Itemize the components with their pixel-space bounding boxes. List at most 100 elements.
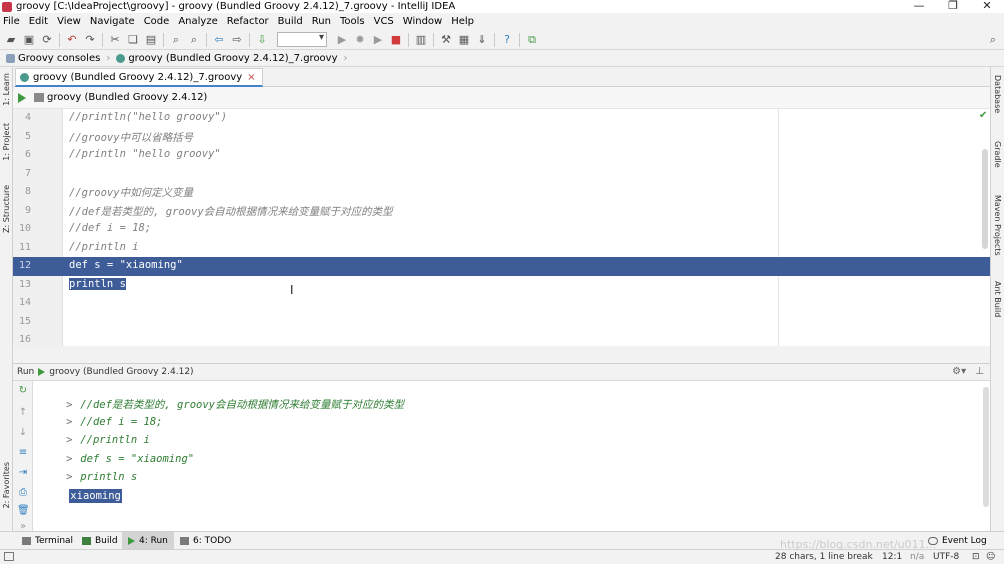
title-bar: groovy [C:\IdeaProject\groovy] - groovy … [0,0,1004,13]
menu-code[interactable]: Code [144,16,170,27]
tab-build[interactable]: Build [76,532,124,550]
event-log-button[interactable]: Event Log [928,532,987,550]
debug-icon[interactable]: ✹ [351,32,369,48]
tool-ant-build[interactable]: Ant Build [993,281,1002,317]
scroll-down-icon[interactable]: ↓ [17,427,29,439]
menu-tools[interactable]: Tools [340,16,365,27]
save-all-icon[interactable]: ▣ [20,32,38,48]
lock-icon[interactable]: ⊡ [972,552,980,562]
minimize-button[interactable]: — [902,0,936,13]
vcs-icon[interactable]: ▥ [412,32,430,48]
hide-panel-icon[interactable]: ⊥ [975,366,984,377]
close-tab-icon[interactable]: × [247,72,255,83]
menu-edit[interactable]: Edit [29,16,48,27]
synchronize-icon[interactable]: ⟳ [38,32,56,48]
console-scrollbar[interactable] [983,387,989,507]
inspector-icon[interactable]: ☺ [986,552,995,562]
sdk-download-icon[interactable]: ⇓ [473,32,491,48]
breadcrumb-groovy-consoles[interactable]: Groovy consoles › [6,53,110,64]
run-panel-config[interactable]: groovy (Bundled Groovy 2.4.12) [49,367,193,377]
copy-icon[interactable]: ❏ [124,32,142,48]
tool-gradle[interactable]: Gradle [993,141,1002,168]
toolbar-separator [102,32,103,47]
code-text: //def是若类型的, groovy会自动根据情况来给变量赋于对应的类型 [69,205,393,218]
print-icon[interactable]: ⎙ [17,487,29,499]
console-line: >//println i [33,422,150,446]
watermark-url: https://blog.csdn.net/u011... [780,538,937,551]
scroll-up-icon[interactable]: ↑ [17,407,29,419]
restore-button[interactable]: ❐ [936,0,970,13]
line-number: 16 [18,334,31,345]
project-structure-icon[interactable]: ▦ [455,32,473,48]
run-configuration-select[interactable] [277,32,327,47]
search-everywhere-icon[interactable]: ⌕ [984,32,1002,48]
tool-favorites[interactable]: 2: Favorites [2,462,11,508]
paste-icon[interactable]: ▤ [142,32,160,48]
clear-all-icon[interactable]: 🗑 [17,505,30,517]
intellij-app-icon [2,1,12,12]
close-window-button[interactable]: ✕ [970,0,1004,13]
line-number: 11 [18,241,31,253]
toggle-tool-windows-icon[interactable] [4,552,14,561]
breadcrumb: Groovy consoles › groovy (Bundled Groovy… [0,50,1004,67]
menu-help[interactable]: Help [451,16,474,27]
tool-structure[interactable]: Z: Structure [2,185,11,233]
menu-build[interactable]: Build [278,16,303,27]
line-number: 14 [18,297,31,308]
cut-icon[interactable]: ✂ [106,32,124,48]
tab-run[interactable]: 4: Run [122,532,174,550]
status-caret-position[interactable]: 12:1 [882,552,902,562]
run-icon[interactable]: ▶ [333,32,351,48]
back-icon[interactable]: ⇦ [210,32,228,48]
build-project-icon[interactable]: ⇩ [253,32,271,48]
tool-learn[interactable]: 1: Learn [2,73,11,106]
menu-navigate[interactable]: Navigate [90,16,135,27]
find-icon[interactable]: ⌕ [167,32,185,48]
tool-database[interactable]: Database [993,75,1002,113]
redo-icon[interactable]: ↷ [81,32,99,48]
tool-project[interactable]: 1: Project [2,123,11,161]
open-folder-icon[interactable]: ▰ [2,32,20,48]
tab-todo[interactable]: 6: TODO [174,532,237,550]
console-output-line: xiaoming [44,478,122,503]
line-number: 8 [24,186,31,197]
run-play-icon[interactable] [18,92,26,103]
tool-maven-projects[interactable]: Maven Projects [993,195,1002,256]
coverage-icon[interactable]: ▶ [369,32,387,48]
menu-refactor[interactable]: Refactor [227,16,269,27]
menu-view[interactable]: View [57,16,81,27]
tab-label: 6: TODO [193,536,232,546]
breadcrumb-file[interactable]: groovy (Bundled Groovy 2.4.12)_7.groovy … [116,53,348,64]
status-line-separator[interactable]: n/a [910,552,924,562]
menu-file[interactable]: File [3,16,20,27]
terminal-icon [22,537,31,545]
main-toolbar: ▰ ▣ ⟳ ↶ ↷ ✂ ❏ ▤ ⌕ ⌕ ⇦ ⇨ ⇩ ▶ ✹ ▶ ■ ▥ ⚒ ▦ … [0,30,1004,50]
rerun-icon[interactable]: ↻ [17,385,29,397]
code-editor[interactable]: ✔ 4 //println("hello groovy") 5 //groovy… [13,109,990,346]
menu-vcs[interactable]: VCS [374,16,394,27]
settings-wrench-icon[interactable]: ⚒ [437,32,455,48]
run-console[interactable]: >//def是若类型的, groovy会自动根据情况来给变量赋于对应的类型 > /… [33,381,990,531]
soft-wrap-icon[interactable]: ≡ [17,447,29,459]
line-number: 9 [24,204,31,216]
tab-groovy-file[interactable]: groovy (Bundled Groovy 2.4.12)_7.groovy … [15,68,263,87]
undo-icon[interactable]: ↶ [63,32,81,48]
menu-run[interactable]: Run [312,16,331,27]
menu-analyze[interactable]: Analyze [178,16,217,27]
stop-icon[interactable]: ■ [387,32,405,48]
code-line: 15 [13,313,990,332]
replace-icon[interactable]: ⌕ [185,32,203,48]
status-encoding[interactable]: UTF-8 [933,552,959,562]
plugin-icon[interactable]: ⧉ [523,32,541,48]
tab-terminal[interactable]: Terminal [16,532,79,550]
menu-window[interactable]: Window [403,16,442,27]
gear-icon[interactable]: ⚙▾ [952,366,966,377]
forward-icon[interactable]: ⇨ [228,32,246,48]
editor-scrollbar[interactable] [982,149,988,249]
code-line: 6 //println "hello groovy" [13,146,990,165]
scroll-to-end-icon[interactable]: ⇥ [17,467,29,479]
console-output-selected: xiaoming [69,488,122,503]
tab-label: Terminal [35,536,74,546]
help-icon[interactable]: ? [498,32,516,48]
code-text: //println "hello groovy" [69,148,221,160]
